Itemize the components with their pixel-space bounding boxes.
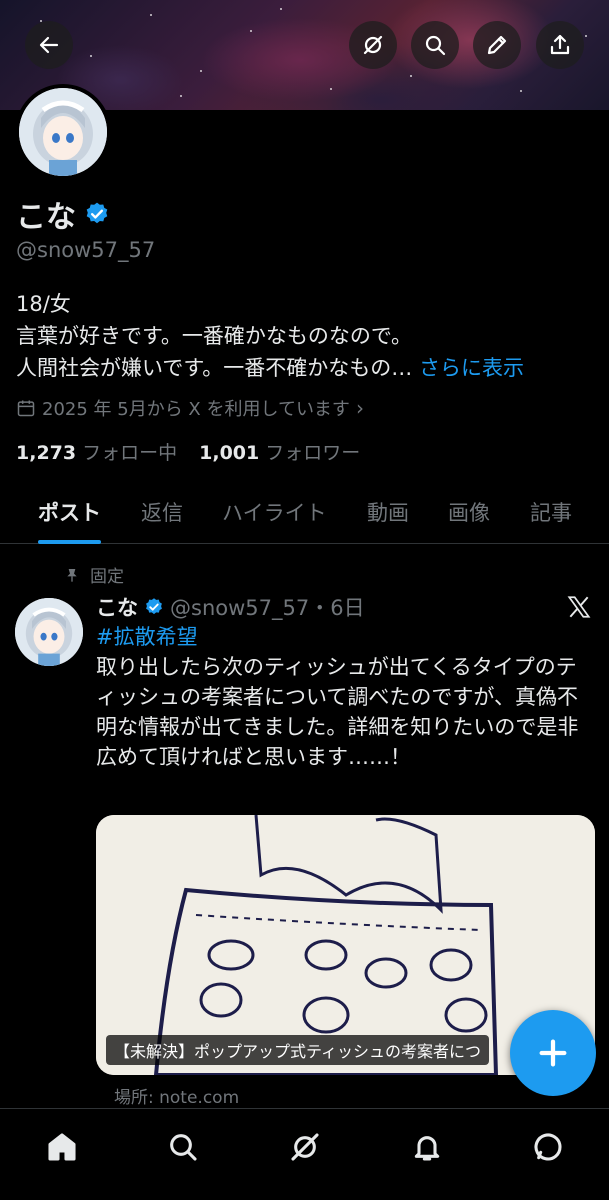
bio-line: 人間社会が嫌いです。一番不確かなもの… さらに表示 — [16, 352, 524, 384]
bio-line: 18/女 — [16, 292, 71, 316]
following-link[interactable]: 1,273 フォロー中 — [16, 438, 177, 465]
profile-bio: 18/女 言葉が好きです。一番確かなものなので。 人間社会が嫌いです。一番不確か… — [16, 288, 524, 384]
tab-replies[interactable]: 返信 — [141, 480, 183, 544]
grok-button[interactable] — [349, 21, 397, 69]
verified-badge-icon — [146, 598, 162, 615]
nav-grok[interactable] — [285, 1127, 325, 1167]
following-label: フォロー中 — [82, 442, 178, 464]
verified-badge-icon[interactable] — [84, 201, 110, 227]
following-count: 1,273 — [16, 442, 77, 464]
nav-notifications[interactable] — [407, 1127, 447, 1167]
x-logo-icon[interactable] — [566, 594, 592, 620]
pinned-indicator: 固定 — [64, 562, 124, 587]
grok-icon — [363, 35, 383, 55]
post-text: 取り出したら次のティッシュが出てくるタイプのティッシュの考案者について調べたので… — [96, 655, 579, 769]
back-button[interactable] — [25, 21, 73, 69]
share-button[interactable] — [536, 21, 584, 69]
pin-icon — [67, 568, 77, 582]
post-body: #拡散希望 取り出したら次のティッシュが出てくるタイプのティッシュの考案者につい… — [96, 622, 596, 772]
bottom-navigation — [0, 1108, 609, 1200]
post-handle-time[interactable]: @snow57_57・6日 — [170, 592, 365, 622]
hashtag-link[interactable]: #拡散希望 — [96, 622, 596, 652]
post-avatar[interactable] — [15, 598, 83, 666]
notifications-icon — [414, 1136, 440, 1161]
post-author[interactable]: こな — [96, 592, 138, 622]
grok-icon — [291, 1133, 319, 1161]
calendar-icon — [17, 400, 35, 417]
show-more-link[interactable]: さらに表示 — [419, 356, 524, 380]
tab-videos[interactable]: 動画 — [367, 480, 409, 544]
followers-label: フォロワー — [265, 442, 361, 464]
edit-icon — [487, 35, 507, 55]
share-icon — [550, 34, 570, 55]
nav-home[interactable] — [42, 1127, 82, 1167]
card-source[interactable]: 場所: note.com — [114, 1083, 239, 1108]
avatar-illustration — [19, 88, 107, 176]
profile-handle: @snow57_57 — [16, 238, 156, 262]
search-button[interactable] — [411, 21, 459, 69]
followers-link[interactable]: 1,001 フォロワー — [199, 438, 360, 465]
follow-stats: 1,273 フォロー中 1,001 フォロワー — [16, 438, 360, 465]
messages-icon — [534, 1133, 562, 1161]
tab-highlights[interactable]: ハイライト — [222, 480, 327, 544]
tab-images[interactable]: 画像 — [448, 480, 490, 544]
avatar-illustration — [15, 598, 83, 666]
search-icon — [170, 1134, 197, 1161]
edit-button[interactable] — [473, 21, 521, 69]
nav-search[interactable] — [163, 1127, 203, 1167]
followers-count: 1,001 — [199, 442, 260, 464]
nav-messages[interactable] — [528, 1127, 568, 1167]
compose-post-button[interactable] — [510, 1010, 596, 1096]
bio-line: 言葉が好きです。一番確かなものなので。 — [16, 324, 413, 348]
back-arrow-icon — [39, 36, 59, 54]
join-date[interactable]: 2025 年 5月から X を利用しています › — [16, 395, 364, 421]
profile-tabs: ポスト 返信 ハイライト 動画 画像 記事 — [0, 480, 609, 544]
tab-posts[interactable]: ポスト — [38, 480, 101, 544]
post-header: こな @snow57_57・6日 — [96, 592, 365, 622]
join-date-text: 2025 年 5月から X を利用しています — [42, 399, 350, 420]
pinned-label: 固定 — [90, 567, 124, 587]
profile-avatar[interactable] — [15, 84, 111, 180]
tab-articles[interactable]: 記事 — [530, 480, 572, 544]
search-icon — [425, 35, 446, 56]
home-icon — [48, 1133, 76, 1161]
profile-name: こな — [16, 192, 110, 236]
bio-line-text: 人間社会が嫌いです。一番不確かなもの… — [16, 356, 413, 380]
display-name: こな — [16, 200, 76, 235]
card-title: 【未解決】ポップアップ式ティッシュの考案者につ — [106, 1035, 490, 1065]
plus-icon — [539, 1039, 567, 1067]
chevron-right-icon: › — [355, 396, 364, 420]
